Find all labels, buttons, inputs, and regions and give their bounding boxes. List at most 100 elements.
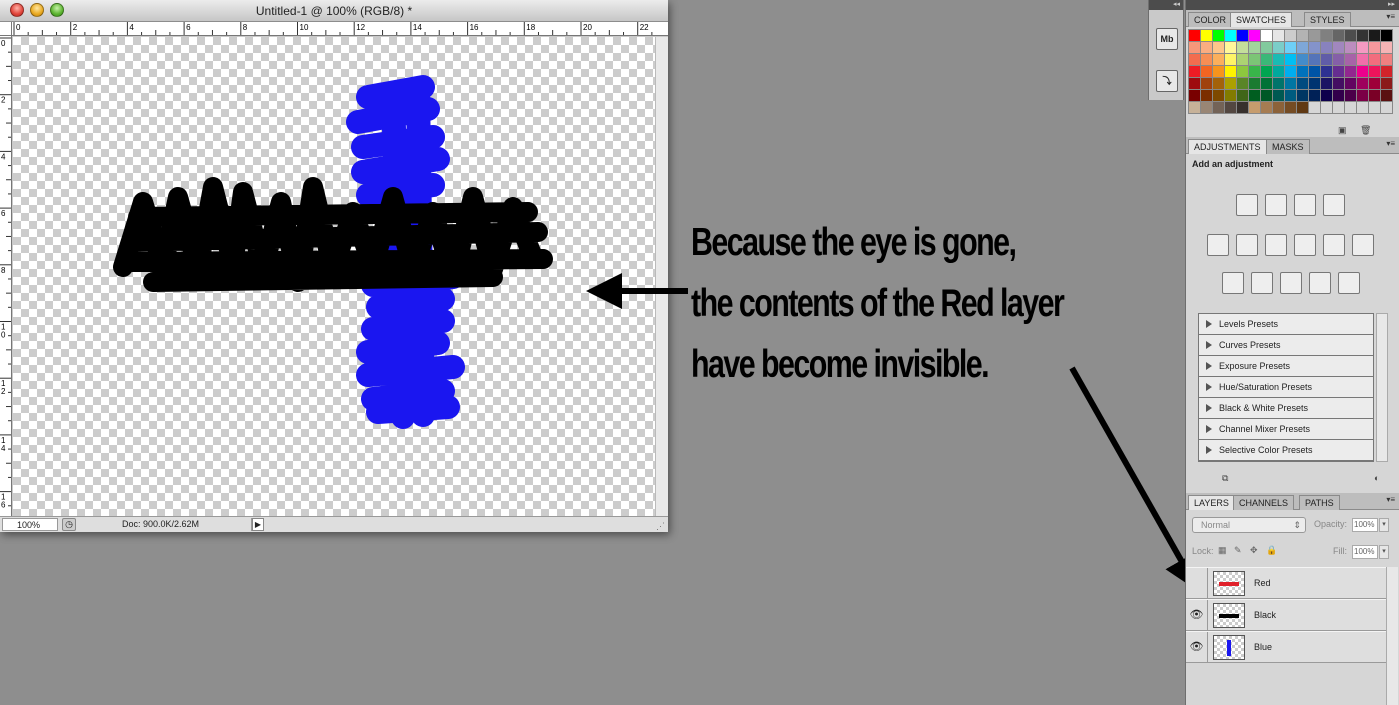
color-swatch[interactable]	[1381, 42, 1392, 53]
color-swatch[interactable]	[1189, 42, 1200, 53]
color-swatch[interactable]	[1237, 90, 1248, 101]
color-swatch[interactable]	[1321, 102, 1332, 113]
color-swatch[interactable]	[1201, 54, 1212, 65]
zoom-level-field[interactable]: 100%	[2, 518, 58, 531]
color-swatch[interactable]	[1201, 90, 1212, 101]
brightness-contrast-icon[interactable]	[1236, 194, 1258, 216]
color-swatch[interactable]	[1237, 102, 1248, 113]
preset-item-hue-saturation[interactable]: Hue/Saturation Presets	[1199, 377, 1373, 398]
color-swatch[interactable]	[1225, 102, 1236, 113]
color-swatch[interactable]	[1285, 78, 1296, 89]
tab-layers[interactable]: LAYERS	[1188, 495, 1235, 510]
color-swatch[interactable]	[1273, 54, 1284, 65]
selective-color-icon[interactable]	[1338, 272, 1360, 294]
color-swatch[interactable]	[1333, 66, 1344, 77]
color-swatch[interactable]	[1321, 42, 1332, 53]
tab-styles[interactable]: STYLES	[1304, 12, 1351, 27]
color-swatch[interactable]	[1357, 54, 1368, 65]
color-swatch[interactable]	[1261, 42, 1272, 53]
resize-grip-icon[interactable]: ⋰	[656, 521, 666, 531]
color-swatch[interactable]	[1297, 66, 1308, 77]
color-swatch[interactable]	[1345, 90, 1356, 101]
color-swatch[interactable]	[1357, 90, 1368, 101]
fill-dropdown-icon[interactable]: ▾	[1379, 545, 1389, 559]
color-swatch[interactable]	[1249, 66, 1260, 77]
color-swatch[interactable]	[1261, 90, 1272, 101]
status-menu-arrow-icon[interactable]: ▶	[252, 518, 264, 531]
color-swatch[interactable]	[1369, 30, 1380, 41]
color-swatch[interactable]	[1213, 102, 1224, 113]
color-swatch[interactable]	[1297, 102, 1308, 113]
color-swatch[interactable]	[1357, 78, 1368, 89]
color-swatch[interactable]	[1345, 54, 1356, 65]
preset-item-levels[interactable]: Levels Presets	[1199, 314, 1373, 335]
color-swatch[interactable]	[1309, 66, 1320, 77]
color-swatch[interactable]	[1309, 54, 1320, 65]
expanded-view-icon[interactable]: ⧉	[1222, 473, 1228, 484]
color-swatch[interactable]	[1249, 30, 1260, 41]
color-swatch[interactable]	[1381, 54, 1392, 65]
color-swatch[interactable]	[1213, 30, 1224, 41]
color-swatch[interactable]	[1225, 42, 1236, 53]
lock-all-icon[interactable]: 🔒	[1266, 545, 1277, 556]
color-swatch[interactable]	[1333, 42, 1344, 53]
color-swatch[interactable]	[1333, 30, 1344, 41]
canvas-vertical-scrollbar[interactable]	[655, 37, 668, 516]
color-swatch[interactable]	[1261, 66, 1272, 77]
color-swatch[interactable]	[1213, 90, 1224, 101]
color-swatch[interactable]	[1273, 78, 1284, 89]
color-swatch[interactable]	[1213, 42, 1224, 53]
new-adjustment-layer-icon[interactable]: ◐	[1374, 473, 1379, 483]
eye-icon[interactable]: 👁	[1186, 600, 1208, 631]
lock-transparent-icon[interactable]: ▦	[1218, 545, 1227, 556]
delete-swatch-icon[interactable]: 🗑	[1360, 125, 1371, 136]
threshold-icon[interactable]	[1280, 272, 1302, 294]
color-swatch[interactable]	[1357, 30, 1368, 41]
color-swatch[interactable]	[1321, 78, 1332, 89]
invert-icon[interactable]	[1222, 272, 1244, 294]
layers-scrollbar[interactable]	[1386, 567, 1398, 705]
color-swatch[interactable]	[1369, 90, 1380, 101]
color-swatch[interactable]	[1273, 30, 1284, 41]
opacity-field[interactable]: 100%	[1352, 518, 1378, 532]
preset-item-curves[interactable]: Curves Presets	[1199, 335, 1373, 356]
opacity-dropdown-icon[interactable]: ▾	[1379, 518, 1389, 532]
black-white-icon[interactable]	[1294, 234, 1316, 256]
color-swatch[interactable]	[1333, 102, 1344, 113]
color-swatch[interactable]	[1225, 54, 1236, 65]
dock-collapse-icon[interactable]: ◂◂	[1149, 0, 1183, 10]
new-swatch-icon[interactable]: ▣	[1338, 125, 1347, 136]
color-swatch[interactable]	[1369, 78, 1380, 89]
panel-collapse-icon[interactable]: ▸▸	[1186, 0, 1399, 10]
color-swatch[interactable]	[1357, 102, 1368, 113]
color-balance-icon[interactable]	[1265, 234, 1287, 256]
color-swatch[interactable]	[1309, 90, 1320, 101]
tab-paths[interactable]: PATHS	[1299, 495, 1340, 510]
color-swatch[interactable]	[1297, 90, 1308, 101]
color-swatch[interactable]	[1345, 30, 1356, 41]
color-swatch[interactable]	[1261, 30, 1272, 41]
color-swatch[interactable]	[1381, 66, 1392, 77]
visibility-toggle-empty[interactable]	[1186, 568, 1208, 599]
color-swatch[interactable]	[1309, 102, 1320, 113]
gradient-map-icon[interactable]	[1309, 272, 1331, 294]
color-swatch[interactable]	[1237, 66, 1248, 77]
color-swatch[interactable]	[1297, 42, 1308, 53]
color-swatch[interactable]	[1225, 90, 1236, 101]
color-swatch[interactable]	[1261, 78, 1272, 89]
color-swatch[interactable]	[1321, 66, 1332, 77]
color-swatch[interactable]	[1249, 54, 1260, 65]
color-swatch[interactable]	[1261, 54, 1272, 65]
color-swatch[interactable]	[1333, 90, 1344, 101]
color-swatch[interactable]	[1285, 102, 1296, 113]
tab-masks[interactable]: MASKS	[1266, 139, 1310, 154]
color-swatch[interactable]	[1309, 42, 1320, 53]
levels-icon[interactable]	[1265, 194, 1287, 216]
color-swatch[interactable]	[1213, 54, 1224, 65]
preset-item-selective-color[interactable]: Selective Color Presets	[1199, 440, 1373, 461]
color-swatch[interactable]	[1345, 78, 1356, 89]
exposure-icon[interactable]	[1323, 194, 1345, 216]
color-swatch[interactable]	[1189, 90, 1200, 101]
color-swatch[interactable]	[1225, 78, 1236, 89]
tab-channels[interactable]: CHANNELS	[1233, 495, 1295, 510]
